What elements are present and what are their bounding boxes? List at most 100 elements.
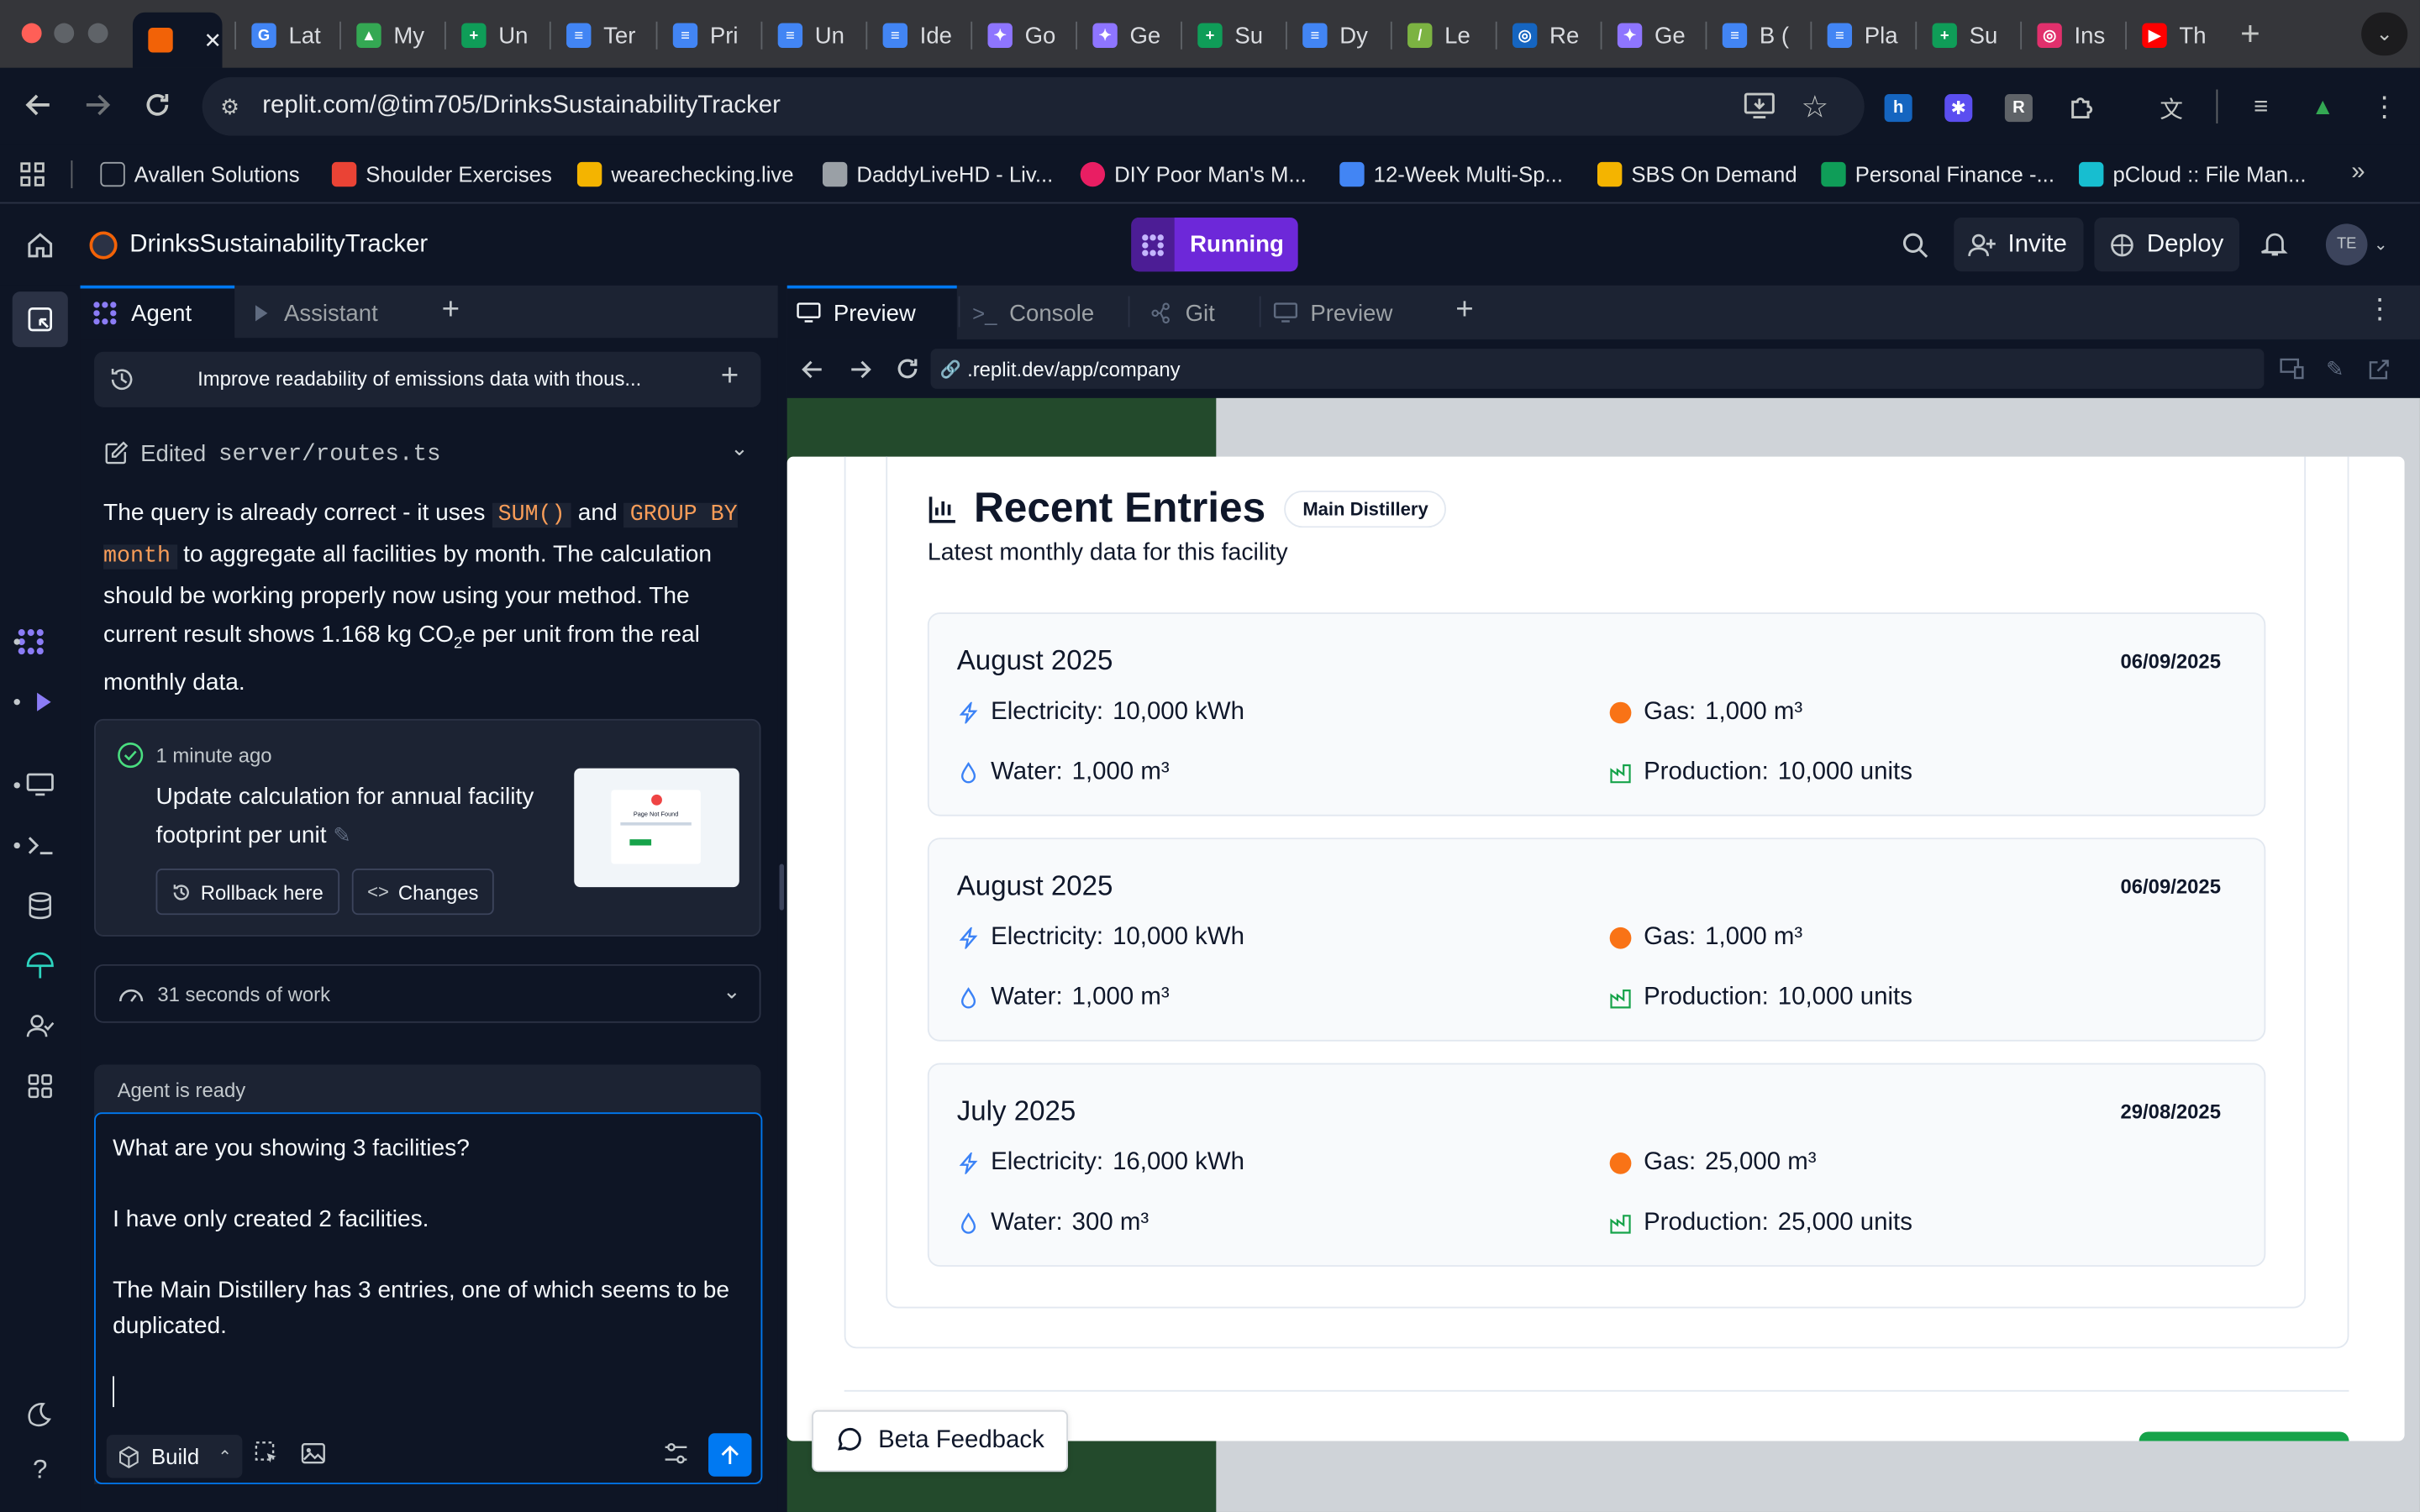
bookmark-star-icon[interactable]: ☆ (1798, 90, 1832, 123)
theme-toggle-icon[interactable] (24, 1398, 55, 1429)
bookmark-item[interactable]: SBS On Demand (1597, 157, 1797, 191)
search-icon[interactable] (1898, 228, 1932, 262)
thread-title-bar[interactable]: Improve readability of emissions data wi… (94, 351, 761, 407)
extension-icon[interactable]: ✱ (1944, 94, 1973, 123)
project-name[interactable]: DrinksSustainabilityTracker (129, 232, 428, 260)
chat-input[interactable]: What are you showing 3 facilities? I have… (94, 1112, 763, 1484)
send-button[interactable] (708, 1433, 752, 1477)
browser-tab[interactable]: / Le (1392, 13, 1496, 59)
zoom-window-button[interactable] (87, 23, 108, 44)
reload-icon[interactable] (140, 88, 174, 122)
tab-agent-content[interactable]: Agent (91, 287, 192, 339)
bookmark-item[interactable]: Personal Finance -... (1821, 157, 2054, 191)
bookmark-item[interactable]: DIY Poor Man's M... (1080, 157, 1307, 191)
deployments-icon[interactable] (24, 950, 55, 981)
assistant-icon[interactable] (28, 686, 59, 717)
address-bar[interactable]: ⚙ replit.com/@tim705/DrinksSustainabilit… (202, 76, 1865, 136)
database-icon[interactable] (24, 890, 55, 921)
files-icon[interactable] (24, 304, 55, 335)
media-control-icon[interactable]: ≡ (2244, 91, 2278, 124)
tab-console[interactable]: >_ Console (972, 287, 1094, 339)
browser-tab[interactable]: ✦ Ge (1602, 13, 1705, 59)
beta-feedback-button[interactable]: Beta Feedback (812, 1410, 1068, 1473)
url-text[interactable]: replit.com/@tim705/DrinksSustainabilityT… (262, 92, 781, 120)
browser-tab[interactable]: ▶ Th (2127, 13, 2230, 59)
extension-icon[interactable]: h (1884, 94, 1912, 123)
browser-tab[interactable]: ≡ Dy (1287, 13, 1391, 59)
bookmark-item[interactable]: 12-Week Multi-Sp... (1339, 157, 1563, 191)
browser-tab[interactable]: ◎ Ins (2022, 13, 2125, 59)
preview-monitor-icon[interactable] (24, 770, 55, 801)
extension-icon[interactable]: R (2004, 94, 2033, 123)
rollback-button[interactable]: Rollback here (155, 869, 339, 916)
browser-tab[interactable]: G Lat (236, 13, 339, 59)
browser-tab[interactable]: ≡ Ide (867, 13, 971, 59)
edited-file-row[interactable]: Edited server/routes.ts ⌄ (103, 435, 751, 472)
back-icon[interactable] (22, 88, 55, 122)
user-menu[interactable]: TE ⌄ (2325, 223, 2388, 265)
browser-tab[interactable]: + Un (446, 13, 550, 59)
tab-assistant[interactable]: Assistant (250, 287, 378, 339)
add-pane-tab-icon[interactable]: + (1448, 293, 1481, 330)
bookmark-item[interactable]: pCloud :: File Man... (2079, 157, 2307, 191)
apps-grid-icon[interactable] (18, 160, 46, 188)
browser-menu-icon[interactable]: ⋮ (2367, 90, 2401, 123)
new-thread-icon[interactable]: + (721, 360, 739, 395)
tab-git[interactable]: Git (1149, 287, 1215, 339)
invite-button[interactable]: Invite (1954, 217, 2084, 272)
browser-tab[interactable]: ✦ Go (972, 13, 1076, 59)
devices-icon[interactable] (2278, 354, 2306, 382)
pane-menu-icon[interactable]: ⋮ (2365, 293, 2396, 330)
minimize-window-button[interactable] (54, 23, 75, 44)
chevron-down-icon[interactable]: ⌄ (723, 978, 741, 1004)
bookmark-item[interactable]: Shoulder Exercises (331, 157, 552, 191)
run-status-button[interactable]: Running (1131, 217, 1298, 272)
action-button[interactable] (2139, 1431, 2349, 1441)
browser-tab[interactable]: ✦ Ge (1077, 13, 1181, 59)
tab-search-chevron-icon[interactable]: ⌄ (2361, 12, 2408, 56)
preview-url-bar[interactable]: 🔗 .replit.dev/app/company (930, 349, 2265, 389)
site-info-icon[interactable]: ⚙ (214, 91, 245, 122)
browser-tab[interactable]: ≡ Un (762, 13, 865, 59)
work-summary-row[interactable]: 31 seconds of work ⌄ (94, 963, 761, 1023)
install-app-icon[interactable] (1743, 90, 1776, 123)
browser-tab-active[interactable]: ✕ (132, 12, 223, 68)
open-new-tab-icon[interactable] (2365, 354, 2392, 382)
browser-tab[interactable]: ≡ B ( (1707, 13, 1810, 59)
bookmark-item[interactable]: Avallen Solutions (100, 157, 300, 191)
user-check-icon[interactable] (24, 1011, 55, 1042)
browser-tab[interactable]: + Su (1917, 13, 2020, 59)
preview-reload-icon[interactable] (892, 354, 923, 385)
deploy-button[interactable]: Deploy (2094, 217, 2240, 272)
checkpoint-thumbnail[interactable]: Page Not Found (574, 768, 739, 888)
bookmark-item[interactable]: wearechecking.live (576, 157, 794, 191)
browser-tab[interactable]: ▲ My (341, 13, 445, 59)
build-mode-button[interactable]: Build ⌃ (106, 1435, 244, 1478)
more-bookmarks-icon[interactable]: » (2343, 157, 2374, 188)
settings-sliders-icon[interactable] (664, 1441, 688, 1465)
forward-icon[interactable] (81, 88, 114, 122)
tab-preview[interactable]: Preview (797, 287, 916, 339)
resize-handle[interactable] (779, 864, 785, 911)
pencil-icon[interactable]: ✎ (333, 822, 351, 847)
browser-tab[interactable]: ◎ Re (1497, 13, 1601, 59)
preview-forward-icon[interactable] (844, 354, 876, 385)
console-icon[interactable] (24, 830, 55, 861)
home-icon[interactable] (24, 230, 55, 261)
chevron-down-icon[interactable]: ⌄ (730, 435, 749, 461)
new-tab-icon[interactable]: + (2232, 14, 2269, 53)
browser-tab[interactable]: ≡ Pla (1812, 13, 1915, 59)
close-tab-icon[interactable]: ✕ (203, 27, 222, 53)
extensions-puzzle-icon[interactable] (2065, 91, 2099, 124)
browser-tab[interactable]: ≡ Pri (657, 13, 760, 59)
close-window-button[interactable] (21, 23, 42, 44)
devtools-wrench-icon[interactable]: ✎ (2321, 354, 2349, 382)
preview-back-icon[interactable] (797, 354, 828, 385)
browser-tab[interactable]: ≡ Ter (551, 13, 655, 59)
history-icon[interactable] (108, 365, 136, 393)
profile-icon[interactable]: ▲ (2306, 90, 2339, 123)
bookmark-item[interactable]: DaddyLiveHD - Liv... (822, 157, 1053, 191)
changes-button[interactable]: <> Changes (351, 869, 494, 916)
all-tools-icon[interactable] (24, 1071, 55, 1102)
help-icon[interactable]: ? (24, 1455, 55, 1486)
